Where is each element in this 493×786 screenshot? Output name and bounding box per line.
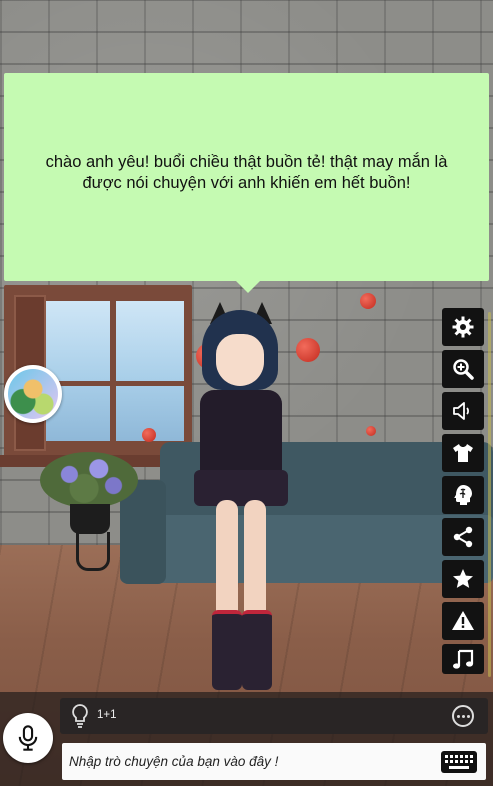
more-options-button[interactable] bbox=[452, 705, 474, 727]
floating-tomato bbox=[142, 428, 156, 442]
brain-icon bbox=[454, 485, 472, 505]
keyboard-icon[interactable] bbox=[440, 750, 478, 774]
avatar-button[interactable] bbox=[4, 365, 62, 423]
favorite-button[interactable] bbox=[442, 560, 484, 598]
zoom-in-icon bbox=[453, 359, 474, 380]
share-icon bbox=[453, 526, 473, 548]
floating-tomato bbox=[366, 426, 376, 436]
warning-icon bbox=[452, 611, 474, 630]
microphone-icon bbox=[18, 725, 38, 751]
gear-icon bbox=[452, 316, 474, 338]
tshirt-icon bbox=[453, 444, 473, 462]
right-toolbar bbox=[442, 308, 486, 678]
outfit-button[interactable] bbox=[442, 434, 484, 472]
zoom-button[interactable] bbox=[442, 350, 484, 388]
potted-plant bbox=[40, 452, 138, 571]
speaker-icon bbox=[453, 402, 470, 420]
microphone-button[interactable] bbox=[3, 713, 53, 763]
suggestion-text[interactable]: 1+1 bbox=[97, 709, 117, 721]
settings-button[interactable] bbox=[442, 308, 484, 346]
brain-button[interactable] bbox=[442, 476, 484, 514]
ellipsis-icon bbox=[456, 714, 460, 718]
speech-bubble-text: chào anh yêu! buổi chiều thật buồn tẻ! t… bbox=[45, 153, 448, 192]
music-note-icon bbox=[453, 649, 474, 669]
report-button[interactable] bbox=[442, 602, 484, 640]
avatar-image bbox=[8, 369, 58, 419]
floating-tomato bbox=[360, 293, 376, 309]
share-button[interactable] bbox=[442, 518, 484, 556]
music-button[interactable] bbox=[442, 644, 484, 674]
speech-bubble: chào anh yêu! buổi chiều thật buồn tẻ! t… bbox=[4, 73, 489, 293]
suggestion-bar[interactable]: 1+1 bbox=[60, 698, 488, 734]
sound-button[interactable] bbox=[442, 392, 484, 430]
anime-character[interactable] bbox=[180, 300, 300, 690]
toolbar-scrollbar[interactable] bbox=[488, 312, 491, 677]
star-icon bbox=[453, 569, 473, 588]
chat-input[interactable] bbox=[62, 743, 486, 780]
lightbulb-icon bbox=[72, 704, 88, 728]
